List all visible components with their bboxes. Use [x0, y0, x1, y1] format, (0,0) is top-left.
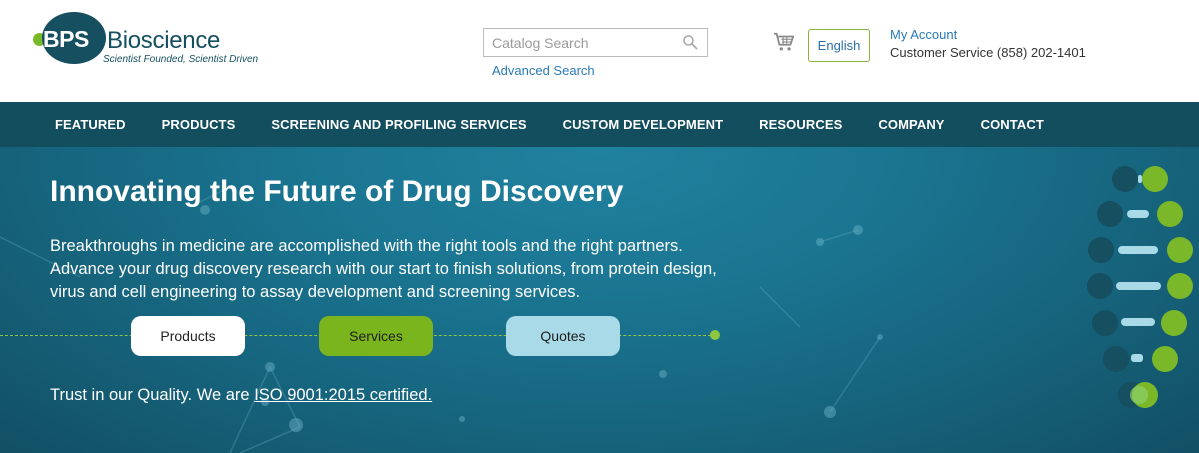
customer-service-text: Customer Service (858) 202-1401 [890, 45, 1086, 60]
search-icon[interactable] [682, 34, 698, 50]
hero-text-line: Advance your drug discovery research wit… [50, 260, 717, 278]
nav-item-resources[interactable]: RESOURCES [741, 117, 860, 132]
hero-text-line: Breakthroughs in medicine are accomplish… [50, 237, 683, 255]
nav-item-screening-profiling-services[interactable]: SCREENING AND PROFILING SERVICES [253, 117, 544, 132]
nav-item-company[interactable]: COMPANY [860, 117, 962, 132]
hero-title: Innovating the Future of Drug Discovery [50, 175, 624, 208]
trust-text: Trust in our Quality. We are [50, 386, 255, 404]
hero-banner: Innovating the Future of Drug Discovery … [0, 147, 1199, 453]
logo-tagline: Scientist Founded, Scientist Driven [103, 54, 259, 65]
nav-item-featured[interactable]: FEATURED [37, 117, 144, 132]
site-header: BPS Bioscience Scientist Founded, Scient… [0, 0, 1199, 102]
nav-item-contact[interactable]: CONTACT [963, 117, 1062, 132]
trust-statement: Trust in our Quality. We are ISO 9001:20… [50, 386, 432, 405]
language-selector-button[interactable]: English [808, 29, 870, 62]
iso-certification-link[interactable]: ISO 9001:2015 certified. [254, 386, 432, 404]
dna-helix-icon [1087, 166, 1193, 408]
hero-text-line: virus and cell engineering to assay deve… [50, 283, 581, 301]
quotes-button[interactable]: Quotes [506, 316, 620, 356]
logo-mark: BPS [43, 26, 89, 52]
cart-icon[interactable] [773, 31, 795, 53]
services-button[interactable]: Services [319, 316, 433, 356]
main-nav: FEATURED PRODUCTS SCREENING AND PROFILIN… [0, 102, 1199, 147]
cta-connector-dot-icon [710, 330, 720, 340]
catalog-search-box [483, 28, 708, 57]
advanced-search-link[interactable]: Advanced Search [492, 63, 595, 78]
products-button[interactable]: Products [131, 316, 245, 356]
nav-item-custom-development[interactable]: CUSTOM DEVELOPMENT [545, 117, 741, 132]
hero-description: Breakthroughs in medicine are accomplish… [50, 235, 810, 304]
catalog-search-input[interactable] [484, 29, 674, 56]
my-account-link[interactable]: My Account [890, 27, 957, 42]
nav-item-products[interactable]: PRODUCTS [144, 117, 254, 132]
bps-logo[interactable]: BPS Bioscience Scientist Founded, Scient… [33, 12, 273, 68]
logo-wordmark: Bioscience [107, 27, 221, 54]
